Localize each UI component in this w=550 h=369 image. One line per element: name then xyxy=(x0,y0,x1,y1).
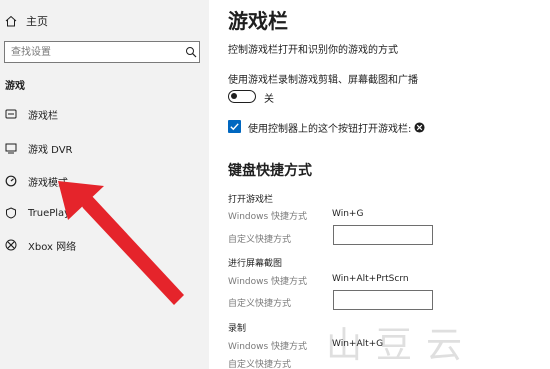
windows-shortcut-value: Win+Alt+PrtScrn xyxy=(332,274,409,284)
game-bar-icon xyxy=(5,109,17,119)
record-option-label: 使用游戏栏录制游戏剪辑、屏幕截图和广播 xyxy=(228,75,418,86)
sidebar-item-xbox-network[interactable]: Xbox 网络 xyxy=(0,232,209,258)
sidebar-item-label: TruePlay xyxy=(28,207,71,219)
sidebar-item-game-mode[interactable]: 游戏模式 xyxy=(0,168,209,194)
sidebar: 主页 游戏 游戏栏 游戏 DVR xyxy=(0,0,209,369)
controller-option-label: 使用控制器上的这个按钮打开游戏栏: xyxy=(248,124,412,135)
game-dvr-icon xyxy=(5,143,17,154)
shortcut-group-title: 录制 xyxy=(228,324,247,334)
search-input[interactable] xyxy=(5,43,181,61)
trueplay-icon xyxy=(6,207,16,219)
custom-shortcut-label: 自定义快捷方式 xyxy=(228,360,292,369)
custom-shortcut-label: 自定义快捷方式 xyxy=(228,235,292,245)
record-toggle[interactable] xyxy=(228,90,256,103)
xbox-icon xyxy=(5,239,17,251)
custom-shortcut-input[interactable] xyxy=(333,290,433,310)
settings-window: 主页 游戏 游戏栏 游戏 DVR xyxy=(0,0,550,369)
xbox-logo-icon xyxy=(414,122,425,133)
custom-shortcut-label: 自定义快捷方式 xyxy=(228,299,292,309)
sidebar-item-game-bar[interactable]: 游戏栏 xyxy=(0,101,209,127)
controller-checkbox[interactable] xyxy=(228,120,241,133)
shortcut-group-title: 打开游戏栏 xyxy=(228,195,274,205)
windows-shortcut-value: Win+G xyxy=(332,209,364,219)
windows-shortcut-value: Win+Alt+G xyxy=(332,339,384,349)
record-toggle-state: 关 xyxy=(264,94,274,105)
windows-shortcut-label: Windows 快捷方式 xyxy=(228,212,308,222)
search-icon[interactable] xyxy=(185,46,197,58)
sidebar-item-trueplay[interactable]: TruePlay xyxy=(0,200,209,226)
sidebar-item-game-dvr[interactable]: 游戏 DVR xyxy=(0,135,209,161)
page-title: 游戏栏 xyxy=(228,9,288,33)
controller-option: 使用控制器上的这个按钮打开游戏栏: xyxy=(248,120,425,135)
sidebar-item-label: 游戏 DVR xyxy=(28,144,73,156)
page-description: 控制游戏栏打开和识别你的游戏的方式 xyxy=(228,45,398,56)
windows-shortcut-label: Windows 快捷方式 xyxy=(228,342,308,352)
search-box xyxy=(4,41,200,63)
custom-shortcut-input[interactable] xyxy=(333,225,433,245)
home-icon xyxy=(5,15,17,27)
game-mode-icon xyxy=(5,175,17,187)
windows-shortcut-label: Windows 快捷方式 xyxy=(228,277,308,287)
main-panel: 游戏栏 控制游戏栏打开和识别你的游戏的方式 使用游戏栏录制游戏剪辑、屏幕截图和广… xyxy=(209,0,550,369)
sidebar-item-label: Xbox 网络 xyxy=(28,241,77,253)
sidebar-section-title: 游戏 xyxy=(5,81,25,92)
home-nav-item[interactable]: 主页 xyxy=(5,10,195,32)
checkmark-icon xyxy=(230,123,239,131)
shortcuts-heading: 键盘快捷方式 xyxy=(228,163,312,179)
shortcut-group-title: 进行屏幕截图 xyxy=(228,259,283,269)
toggle-knob xyxy=(231,93,237,99)
sidebar-item-label: 游戏栏 xyxy=(28,110,58,122)
home-label: 主页 xyxy=(26,15,48,28)
sidebar-item-label: 游戏模式 xyxy=(28,177,68,189)
